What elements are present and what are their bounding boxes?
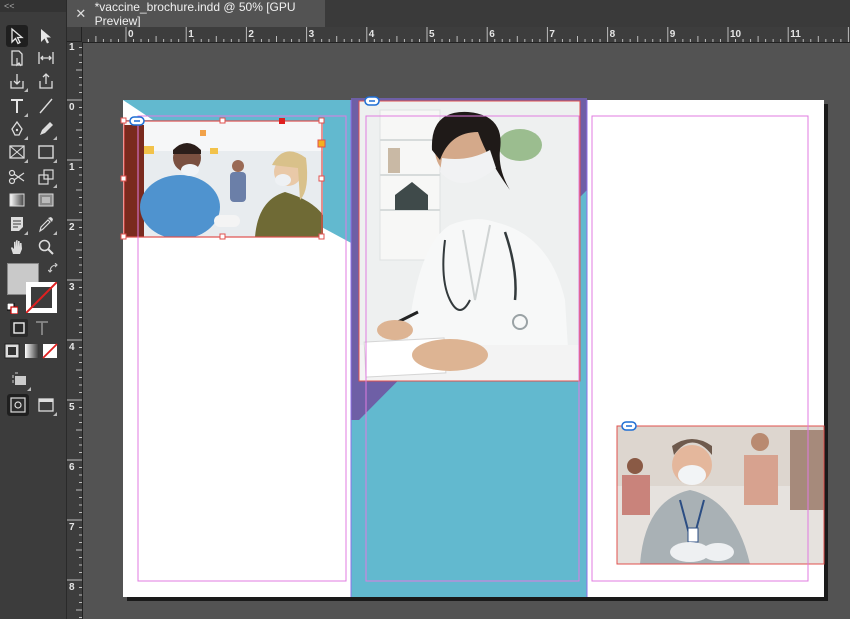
note-tool-icon[interactable]	[6, 213, 28, 235]
apply-none-icon[interactable]	[42, 343, 60, 361]
gradient-swatch-tool-icon[interactable]	[6, 189, 28, 211]
formatting-affects-text-icon[interactable]	[33, 319, 51, 337]
document-spread	[120, 96, 828, 601]
ruler-label: 5	[429, 29, 435, 40]
ruler-label: 4	[69, 342, 75, 353]
document-tab-title: *vaccine_brochure.indd @ 50% [GPU Previe…	[94, 0, 296, 28]
ruler-origin[interactable]	[67, 27, 82, 42]
tools-panel: <<	[0, 0, 67, 619]
eyedropper-tool-icon[interactable]	[35, 213, 57, 235]
gradient-feather-tool-icon[interactable]	[35, 189, 57, 211]
ruler-label: 2	[248, 29, 254, 40]
ruler-label: 2	[69, 222, 75, 233]
ruler-label: 9	[670, 29, 676, 40]
screen-mode-icon[interactable]	[35, 394, 57, 416]
link-icon[interactable]	[129, 116, 145, 126]
gap-tool-icon[interactable]	[35, 47, 57, 69]
content-placer-icon[interactable]	[35, 70, 57, 92]
corner-effect-handle[interactable]	[317, 139, 326, 148]
panel-collapse-button[interactable]: <<	[0, 0, 66, 12]
nurse-vaccinating-patient-photo[interactable]	[124, 121, 323, 239]
ruler-label: 0	[128, 29, 134, 40]
doctor-writing-photo[interactable]	[359, 101, 580, 381]
content-collector-icon[interactable]	[6, 70, 28, 92]
scissors-tool-icon[interactable]	[6, 166, 28, 188]
free-transform-tool-icon[interactable]	[35, 166, 57, 188]
ruler-label: 3	[69, 282, 75, 293]
ruler-label: 8	[610, 29, 616, 40]
direct-selection-tool-icon[interactable]	[35, 25, 57, 47]
ruler-label: 10	[730, 29, 742, 40]
formatting-affects-container-icon[interactable]	[10, 319, 28, 337]
ruler-label: 7	[69, 522, 75, 533]
ruler-label: 6	[489, 29, 495, 40]
ruler-label: 11	[790, 29, 801, 40]
ruler-label: 1	[188, 29, 194, 40]
type-tool-icon[interactable]	[6, 95, 28, 117]
line-tool-icon[interactable]	[35, 95, 57, 117]
horizontal-ruler[interactable]: 0 1 2 3 4 5 6 7 8 9 10 11	[82, 27, 850, 43]
rectangle-frame-tool-icon[interactable]	[6, 141, 28, 163]
default-fill-stroke-icon[interactable]	[6, 301, 19, 315]
ruler-label: 3	[309, 29, 315, 40]
stroke-swatch[interactable]	[26, 282, 57, 313]
apply-gradient-icon[interactable]	[24, 343, 42, 361]
doctor-waiting-room-photo[interactable]	[617, 426, 824, 564]
swap-fill-stroke-icon[interactable]	[47, 262, 60, 274]
ruler-label: 5	[69, 402, 75, 413]
ruler-label: 0	[69, 102, 75, 113]
link-icon[interactable]	[364, 96, 380, 106]
close-tab-icon[interactable]: ✕	[67, 6, 95, 22]
rectangle-tool-icon[interactable]	[35, 141, 57, 163]
gpu-performance-icon[interactable]	[9, 369, 31, 391]
document-tab[interactable]: ✕ *vaccine_brochure.indd @ 50% [GPU Prev…	[67, 0, 325, 28]
link-icon[interactable]	[621, 421, 637, 431]
vertical-ruler[interactable]: 1 0 1 2 3 4 5 6 7 8	[67, 42, 83, 619]
page-tool-icon[interactable]	[6, 47, 28, 69]
apply-color-icon[interactable]	[4, 343, 22, 361]
pencil-tool-icon[interactable]	[35, 118, 57, 140]
pen-tool-icon[interactable]	[6, 118, 28, 140]
ruler-label: 6	[69, 462, 75, 473]
ruler-label: 4	[369, 29, 375, 40]
hand-tool-icon[interactable]	[6, 236, 28, 258]
normal-view-mode-icon[interactable]	[7, 394, 29, 416]
document-tab-bar: ✕ *vaccine_brochure.indd @ 50% [GPU Prev…	[67, 0, 850, 28]
ruler-label: 1	[69, 162, 75, 173]
zoom-tool-icon[interactable]	[35, 236, 57, 258]
ruler-label: 7	[549, 29, 555, 40]
ruler-label: 1	[69, 42, 75, 53]
ruler-label: 8	[69, 582, 75, 593]
out-port-handle[interactable]	[279, 118, 285, 124]
selection-tool-icon[interactable]	[6, 25, 28, 47]
